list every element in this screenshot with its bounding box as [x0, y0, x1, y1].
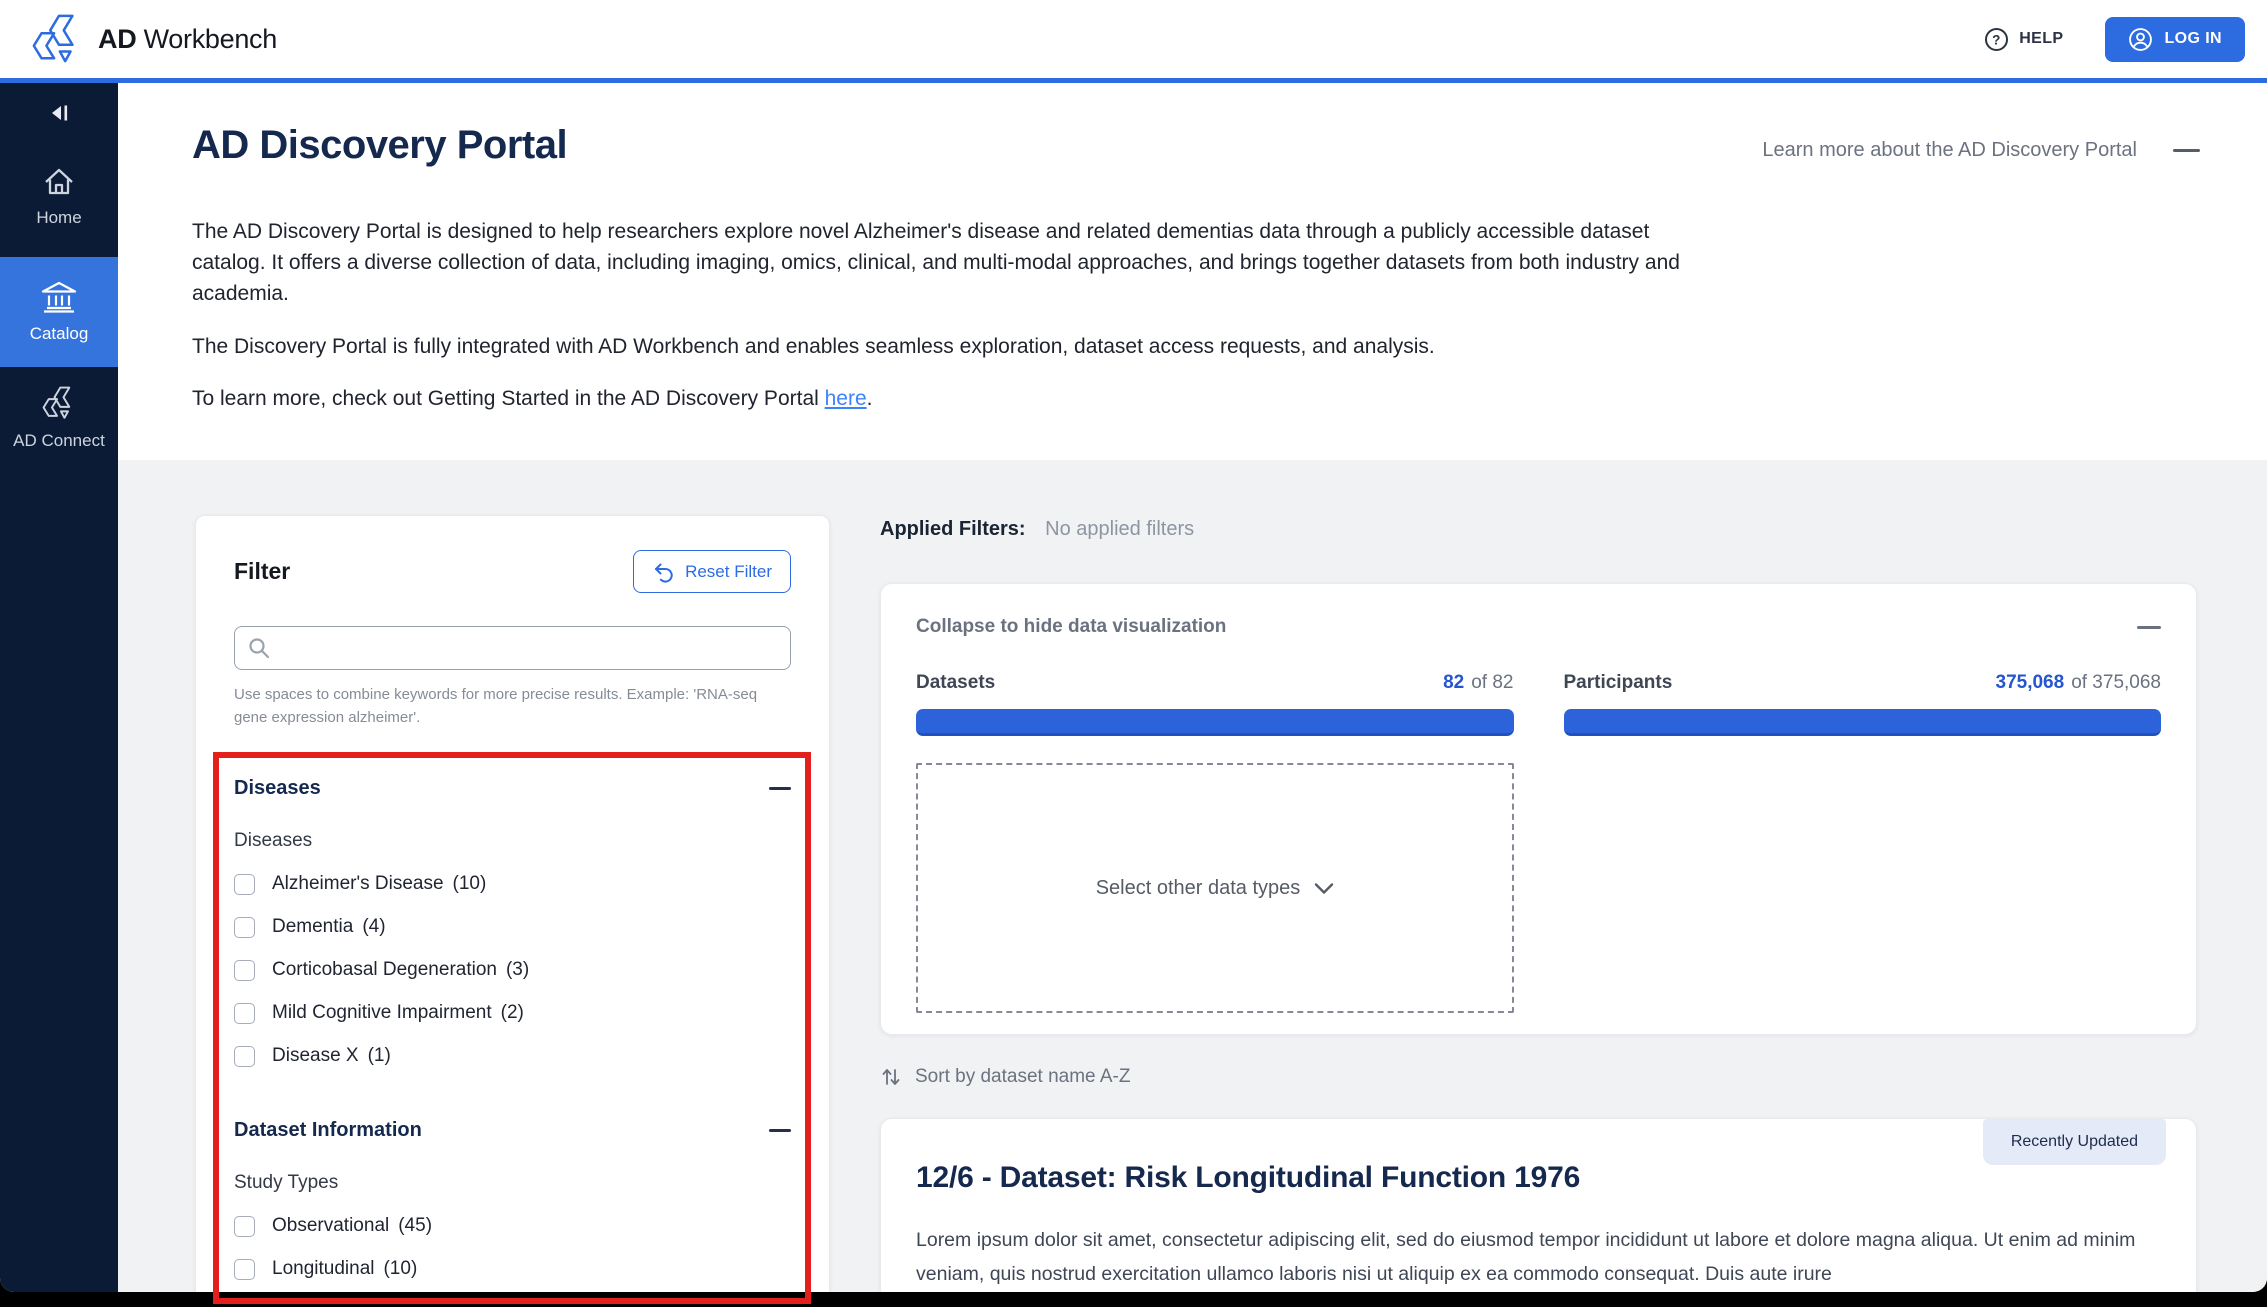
- user-icon: [2128, 27, 2153, 52]
- learn-more-row: Learn more about the AD Discovery Portal: [1762, 139, 2200, 162]
- section-title: Diseases: [234, 777, 321, 800]
- collapse-intro-icon[interactable]: [2173, 149, 2200, 152]
- collapse-viz-icon[interactable]: [2137, 626, 2161, 629]
- filter-option-disease-x[interactable]: Disease X (1): [234, 1045, 791, 1067]
- participants-count: 375,068of 375,068: [1996, 672, 2162, 694]
- sidebar-collapse-icon[interactable]: [0, 101, 118, 125]
- dataset-description: Lorem ipsum dolor sit amet, consectetur …: [916, 1223, 2161, 1291]
- filter-panel: Filter Reset Filter: [195, 515, 830, 1292]
- checkbox[interactable]: [234, 960, 255, 981]
- collapse-section-icon[interactable]: [769, 787, 791, 790]
- search-hint: Use spaces to combine keywords for more …: [234, 683, 791, 729]
- option-count: (4): [362, 916, 385, 938]
- datasets-count: 82of 82: [1443, 672, 1513, 694]
- option-count: (1): [368, 1045, 391, 1067]
- dataset-result-card[interactable]: Recently Updated 12/6 - Dataset: Risk Lo…: [880, 1118, 2197, 1292]
- filter-section-dataset-information: Dataset Information Study Types Observat…: [234, 1119, 791, 1280]
- sort-arrows-icon: [880, 1066, 902, 1088]
- participants-stat: Participants 375,068of 375,068: [1564, 672, 2162, 736]
- sidebar-item-home[interactable]: Home: [0, 163, 118, 228]
- filter-option-longitudinal[interactable]: Longitudinal (10): [234, 1258, 791, 1280]
- reset-filter-button[interactable]: Reset Filter: [633, 550, 791, 593]
- checkbox[interactable]: [234, 1046, 255, 1067]
- filter-search-input[interactable]: [234, 626, 791, 670]
- select-other-data-types-dropdown[interactable]: Select other data types: [916, 763, 1514, 1013]
- getting-started-link[interactable]: here: [825, 387, 867, 410]
- checkbox[interactable]: [234, 1003, 255, 1024]
- checkbox[interactable]: [234, 1216, 255, 1237]
- reset-filter-label: Reset Filter: [685, 562, 772, 582]
- filter-section-diseases: Diseases Diseases Alzheimer's Disease (1…: [234, 777, 791, 1067]
- participants-progress-bar: [1564, 709, 2162, 736]
- brand-logo[interactable]: AD Workbench: [30, 12, 277, 66]
- undo-icon: [652, 561, 674, 583]
- filter-option-mild-cognitive-impairment[interactable]: Mild Cognitive Impairment (2): [234, 1002, 791, 1024]
- intro-section: AD Discovery Portal Learn more about the…: [118, 83, 2267, 460]
- brand-name: AD Workbench: [98, 24, 277, 55]
- intro-paragraph-3: To learn more, check out Getting Started…: [192, 383, 873, 414]
- checkbox[interactable]: [234, 1259, 255, 1280]
- main-content: AD Discovery Portal Learn more about the…: [118, 83, 2267, 1292]
- option-count: (2): [501, 1002, 524, 1024]
- checkbox[interactable]: [234, 917, 255, 938]
- app-window: AD Workbench ? HELP: [0, 0, 2267, 1292]
- catalog-bank-icon: [39, 280, 79, 314]
- svg-text:?: ?: [1992, 32, 2001, 47]
- sort-control[interactable]: Sort by dataset name A-Z: [880, 1066, 1130, 1088]
- learn-more-label: Learn more about the AD Discovery Portal: [1762, 139, 2137, 162]
- sidebar-item-label: AD Connect: [9, 430, 109, 452]
- collapse-section-icon[interactable]: [769, 1129, 791, 1132]
- ad-workbench-logo-icon: [30, 12, 84, 66]
- sidebar-item-label: Home: [9, 208, 109, 228]
- filter-option-alzheimers-disease[interactable]: Alzheimer's Disease (10): [234, 873, 791, 895]
- intro-paragraph-2: The Discovery Portal is fully integrated…: [192, 331, 1435, 362]
- filter-title: Filter: [234, 558, 290, 585]
- option-count: (45): [398, 1215, 432, 1237]
- applied-filters-label: Applied Filters:: [880, 518, 1026, 540]
- group-label: Diseases: [234, 830, 791, 852]
- sidebar-item-ad-connect[interactable]: AD Connect: [0, 385, 118, 452]
- sidebar-item-catalog[interactable]: Catalog: [0, 257, 118, 367]
- datasets-progress-bar: [916, 709, 1514, 736]
- applied-filters-row: Applied Filters: No applied filters: [880, 518, 1194, 541]
- applied-filters-value: No applied filters: [1045, 518, 1194, 540]
- page-title: AD Discovery Portal: [192, 123, 567, 168]
- ad-connect-icon: [41, 385, 77, 421]
- filter-option-dementia[interactable]: Dementia (4): [234, 916, 791, 938]
- data-visualization-card: Collapse to hide data visualization Data…: [880, 583, 2197, 1035]
- filter-option-corticobasal-degeneration[interactable]: Corticobasal Degeneration (3): [234, 959, 791, 981]
- option-count: (10): [453, 873, 487, 895]
- login-button[interactable]: LOG IN: [2105, 17, 2245, 62]
- login-label: LOG IN: [2164, 30, 2222, 48]
- option-count: (10): [383, 1258, 417, 1280]
- top-header: AD Workbench ? HELP: [0, 0, 2267, 78]
- header-accent-line: [0, 78, 2267, 83]
- option-count: (3): [506, 959, 529, 981]
- catalog-section: Filter Reset Filter: [118, 460, 2267, 1292]
- datasets-stat: Datasets 82of 82: [916, 672, 1514, 736]
- help-label: HELP: [2019, 30, 2063, 48]
- checkbox[interactable]: [234, 874, 255, 895]
- section-title: Dataset Information: [234, 1119, 422, 1142]
- sort-label: Sort by dataset name A-Z: [915, 1066, 1130, 1088]
- recently-updated-badge: Recently Updated: [1983, 1119, 2166, 1165]
- sidebar: Home Catalog AD Connect: [0, 83, 118, 1292]
- search-icon: [247, 636, 271, 660]
- help-question-icon: ?: [1984, 27, 2009, 52]
- viz-collapse-label: Collapse to hide data visualization: [916, 616, 1226, 638]
- dataset-title[interactable]: 12/6 - Dataset: Risk Longitudinal Functi…: [916, 1161, 2161, 1195]
- sidebar-item-label: Catalog: [9, 324, 109, 344]
- intro-paragraph-1: The AD Discovery Portal is designed to h…: [192, 216, 1722, 309]
- group-label: Study Types: [234, 1172, 791, 1194]
- chevron-down-icon: [1314, 882, 1334, 895]
- home-icon: [40, 163, 78, 199]
- help-button[interactable]: ? HELP: [1984, 27, 2063, 52]
- filter-option-observational[interactable]: Observational (45): [234, 1215, 791, 1237]
